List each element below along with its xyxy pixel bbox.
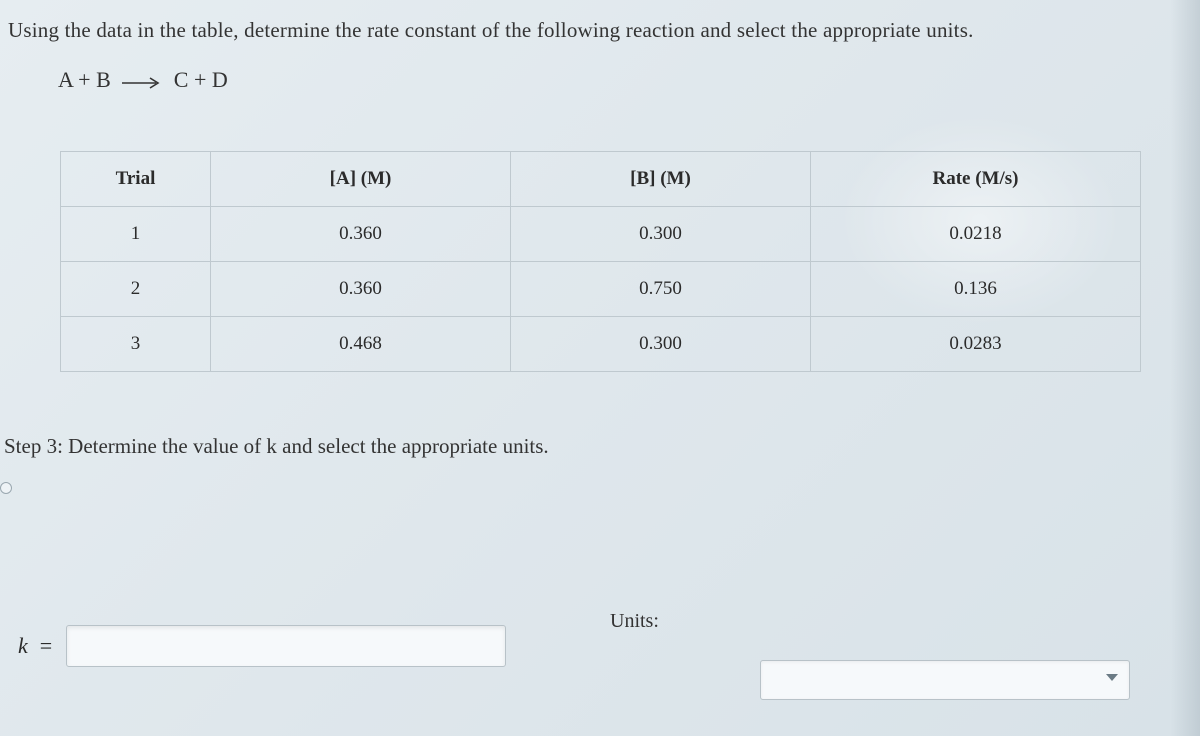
data-table: Trial [A] (M) [B] (M) Rate (M/s) 1 0.360… (60, 151, 1141, 372)
cell-rate: 0.136 (811, 261, 1141, 316)
question-prompt: Using the data in the table, determine t… (0, 0, 1200, 43)
cell-b: 0.300 (511, 206, 811, 261)
equals-sign: = (40, 633, 52, 659)
equation-rhs: C + D (174, 67, 228, 92)
data-table-wrap: Trial [A] (M) [B] (M) Rate (M/s) 1 0.360… (60, 151, 1140, 372)
table-header-row: Trial [A] (M) [B] (M) Rate (M/s) (61, 151, 1141, 206)
step-marker-icon (0, 482, 12, 494)
table-row: 2 0.360 0.750 0.136 (61, 261, 1141, 316)
cell-rate: 0.0283 (811, 316, 1141, 371)
units-label: Units: (610, 610, 659, 632)
arrow-icon (122, 69, 162, 95)
table-row: 1 0.360 0.300 0.0218 (61, 206, 1141, 261)
units-area: Units: (610, 610, 659, 633)
units-select[interactable] (760, 660, 1130, 700)
k-value-input[interactable] (66, 625, 506, 667)
header-trial: Trial (61, 151, 211, 206)
cell-b: 0.750 (511, 261, 811, 316)
cell-b: 0.300 (511, 316, 811, 371)
cell-rate: 0.0218 (811, 206, 1141, 261)
table-row: 3 0.468 0.300 0.0283 (61, 316, 1141, 371)
page-right-edge (1170, 0, 1200, 736)
cell-trial: 1 (61, 206, 211, 261)
units-field-wrap (760, 660, 1130, 700)
reaction-equation: A + B C + D (0, 43, 1200, 95)
question-container: Using the data in the table, determine t… (0, 0, 1200, 736)
header-rate: Rate (M/s) (811, 151, 1141, 206)
header-a: [A] (M) (211, 151, 511, 206)
cell-trial: 3 (61, 316, 211, 371)
cell-a: 0.360 (211, 261, 511, 316)
cell-trial: 2 (61, 261, 211, 316)
equation-lhs: A + B (58, 67, 111, 92)
cell-a: 0.360 (211, 206, 511, 261)
cell-a: 0.468 (211, 316, 511, 371)
header-b: [B] (M) (511, 151, 811, 206)
step-instruction: Step 3: Determine the value of k and sel… (0, 372, 1200, 459)
k-symbol: k (18, 633, 28, 659)
